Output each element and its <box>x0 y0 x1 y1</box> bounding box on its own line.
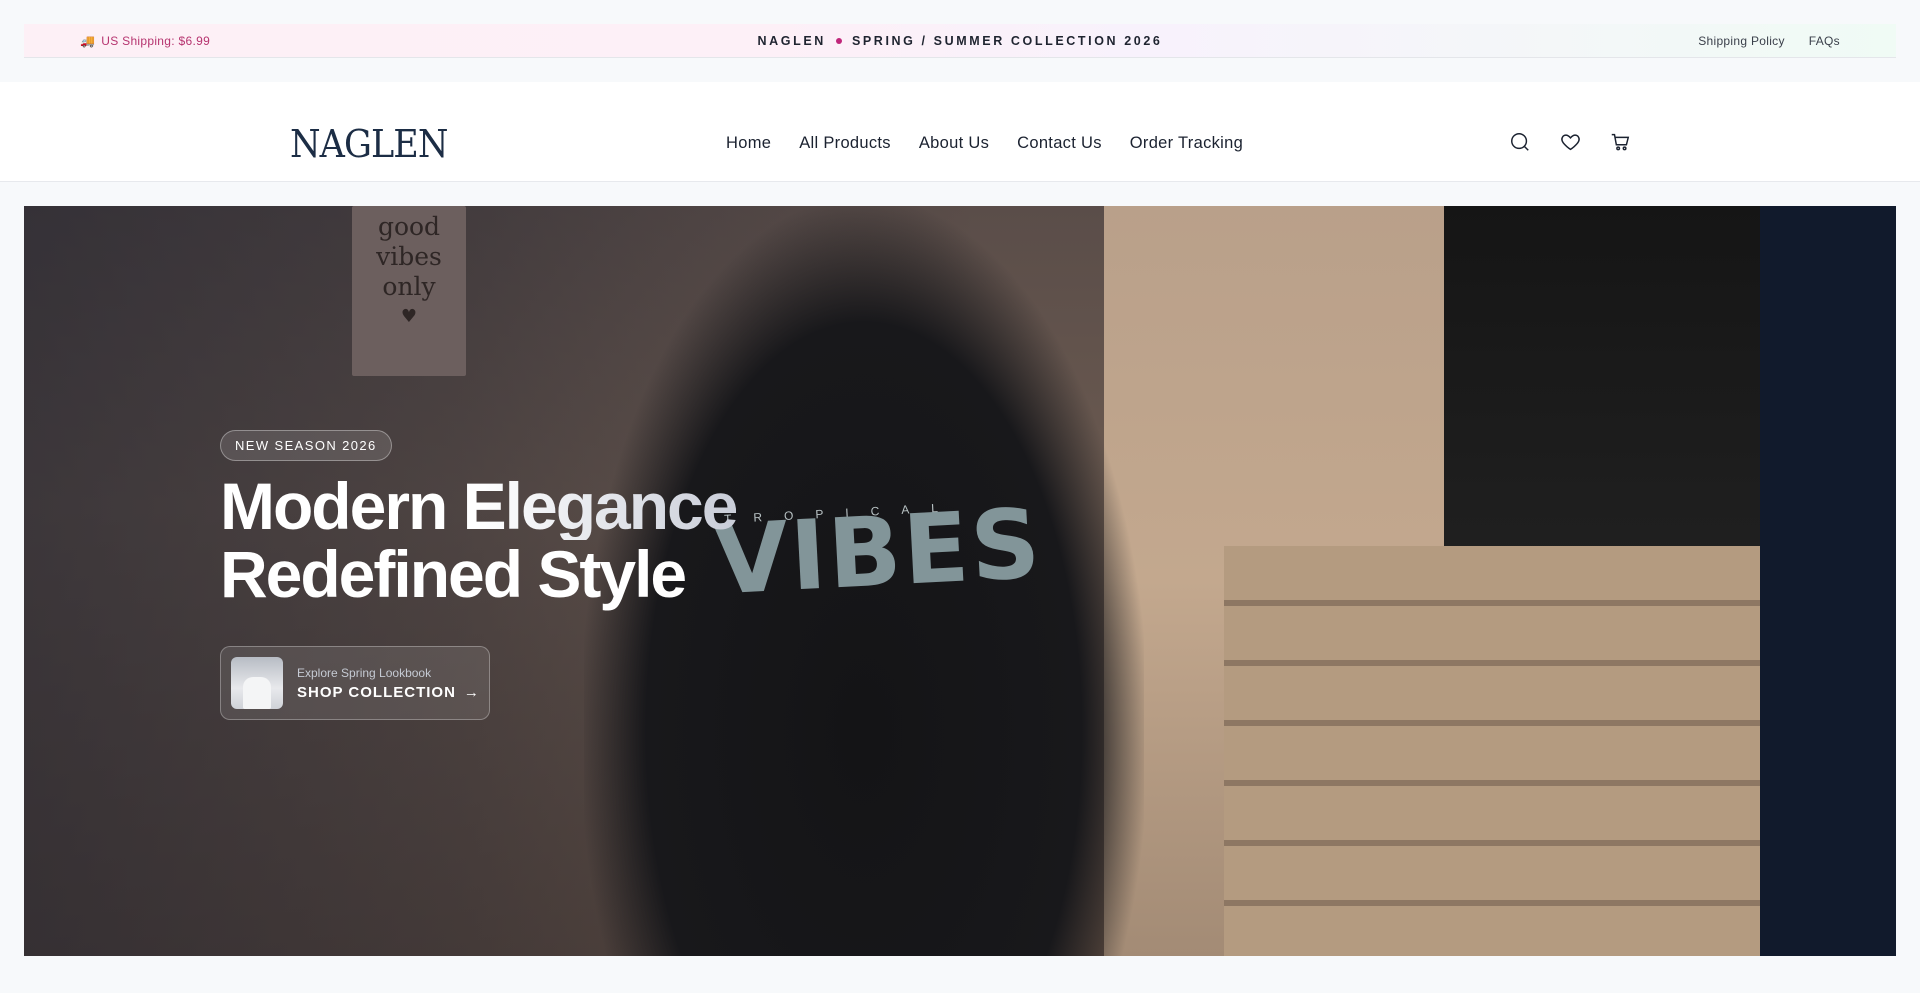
season-badge: NEW SEASON 2026 <box>220 430 392 461</box>
nav-home[interactable]: Home <box>726 134 771 153</box>
search-icon[interactable] <box>1508 130 1532 154</box>
announcement-brand: NAGLEN <box>757 33 826 48</box>
hero-stairs <box>1224 546 1760 956</box>
arrow-right-icon: → <box>463 683 480 701</box>
header-actions <box>1508 130 1632 154</box>
hero-headline: Modern Elegance Redefined Style <box>220 469 738 611</box>
nav-all-products[interactable]: All Products <box>799 134 891 153</box>
shipping-text: US Shipping: $6.99 <box>101 33 211 48</box>
announcement-bar: 🚚 US Shipping: $6.99 NAGLEN SPRING / SUM… <box>24 24 1896 58</box>
cart-icon[interactable] <box>1608 130 1632 154</box>
cta-subtitle: Explore Spring Lookbook <box>297 665 432 680</box>
shipping-info: 🚚 US Shipping: $6.99 <box>80 34 210 48</box>
hero-banner: good vibes only ♥ TROPICAL VIBES NEW SEA… <box>24 206 1896 956</box>
collection-announcement: NAGLEN SPRING / SUMMER COLLECTION 2026 <box>24 34 1896 48</box>
heart-icon[interactable] <box>1558 130 1582 154</box>
nav-contact-us[interactable]: Contact Us <box>1017 134 1102 153</box>
hero-sign: good vibes only ♥ <box>352 206 466 376</box>
headline-line-1: Modern Elegance <box>220 469 738 543</box>
nav-about-us[interactable]: About Us <box>919 134 989 153</box>
faqs-link[interactable]: FAQs <box>1809 34 1840 48</box>
brand-logo[interactable]: NAGLEN <box>290 122 449 166</box>
announcement-links: Shipping Policy FAQs <box>1698 34 1840 48</box>
shirt-print: VIBES <box>711 487 1045 617</box>
cta-text: Explore Spring Lookbook SHOP COLLECTION … <box>297 666 480 701</box>
separator-dot <box>835 37 842 44</box>
site-header: NAGLEN Home All Products About Us Contac… <box>0 82 1920 182</box>
announcement-collection: SPRING / SUMMER COLLECTION 2026 <box>851 33 1163 48</box>
hero-doorway <box>1444 206 1760 566</box>
main-nav: Home All Products About Us Contact Us Or… <box>726 134 1243 153</box>
truck-icon: 🚚 <box>80 33 96 48</box>
sign-word: good <box>377 212 441 241</box>
lookbook-thumbnail <box>231 657 283 709</box>
cta-label: SHOP COLLECTION → <box>297 684 480 701</box>
cta-label-text: SHOP COLLECTION <box>297 683 456 701</box>
sign-heart: ♥ <box>400 306 418 327</box>
headline-line-2: Redefined Style <box>220 537 687 611</box>
sign-word: vibes <box>376 242 442 271</box>
shipping-policy-link[interactable]: Shipping Policy <box>1698 34 1785 48</box>
sign-word: only <box>382 272 436 301</box>
nav-order-tracking[interactable]: Order Tracking <box>1130 134 1243 153</box>
shop-collection-button[interactable]: Explore Spring Lookbook SHOP COLLECTION … <box>220 646 490 720</box>
